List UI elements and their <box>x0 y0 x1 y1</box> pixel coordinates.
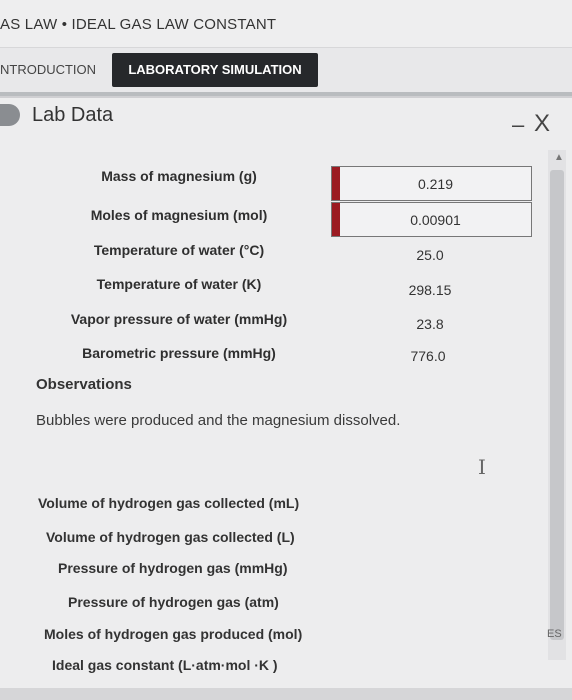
row-label: Temperature of water (K) <box>96 276 262 292</box>
row-value: 25.0 <box>416 247 444 263</box>
input-value: 0.00901 <box>410 212 461 228</box>
input-value: 0.219 <box>417 176 454 192</box>
calc-label: Volume of hydrogen gas collected (L) <box>46 529 295 545</box>
observations-heading: Observations <box>36 376 132 393</box>
row-value: 23.8 <box>416 316 444 332</box>
mass-magnesium-input[interactable]: 0.219 <box>331 166 532 201</box>
calc-label: Volume of hydrogen gas collected (mL) <box>38 495 300 511</box>
moles-magnesium-input[interactable]: 0.00901 <box>331 202 532 237</box>
row-label: Moles of magnesium (mol) <box>90 207 268 223</box>
incorrect-flag <box>332 167 340 200</box>
text-cursor-icon: I <box>478 455 486 479</box>
calc-label: Pressure of hydrogen gas (mmHg) <box>58 560 288 576</box>
calc-label: Moles of hydrogen gas produced (mol) <box>44 626 303 642</box>
tab-bar: NTRODUCTION LABORATORY SIMULATION <box>0 48 572 92</box>
close-button[interactable]: X <box>534 110 550 138</box>
calc-label: Ideal gas constant (L·atm·mol ·K ) <box>52 657 278 673</box>
calc-label: Pressure of hydrogen gas (atm) <box>68 594 279 610</box>
row-value: 776.0 <box>410 348 446 364</box>
row-label: Mass of magnesium (g) <box>101 168 257 184</box>
bottom-edge <box>0 688 572 700</box>
scroll-up-arrow-icon[interactable]: ▲ <box>554 152 564 163</box>
observations-text: Bubbles were produced and the magnesium … <box>36 412 401 429</box>
flask-icon <box>0 104 20 126</box>
title-bar: AS LAW • IDEAL GAS LAW CONSTANT <box>0 0 572 48</box>
panel-title: Lab Data <box>32 104 114 126</box>
row-label: Barometric pressure (mmHg) <box>82 345 276 361</box>
tab-introduction[interactable]: NTRODUCTION <box>0 56 100 84</box>
incorrect-flag <box>332 203 340 236</box>
scrollbar-thumb[interactable] <box>550 170 564 640</box>
row-label: Temperature of water (°C) <box>93 242 265 258</box>
page-title: AS LAW • IDEAL GAS LAW CONSTANT <box>0 16 277 33</box>
row-value: 298.15 <box>408 282 452 298</box>
tab-laboratory-simulation[interactable]: LABORATORY SIMULATION <box>112 53 318 87</box>
minimize-button[interactable]: – <box>512 112 524 138</box>
row-label: Vapor pressure of water (mmHg) <box>70 311 288 327</box>
edge-label: ES <box>547 628 562 640</box>
